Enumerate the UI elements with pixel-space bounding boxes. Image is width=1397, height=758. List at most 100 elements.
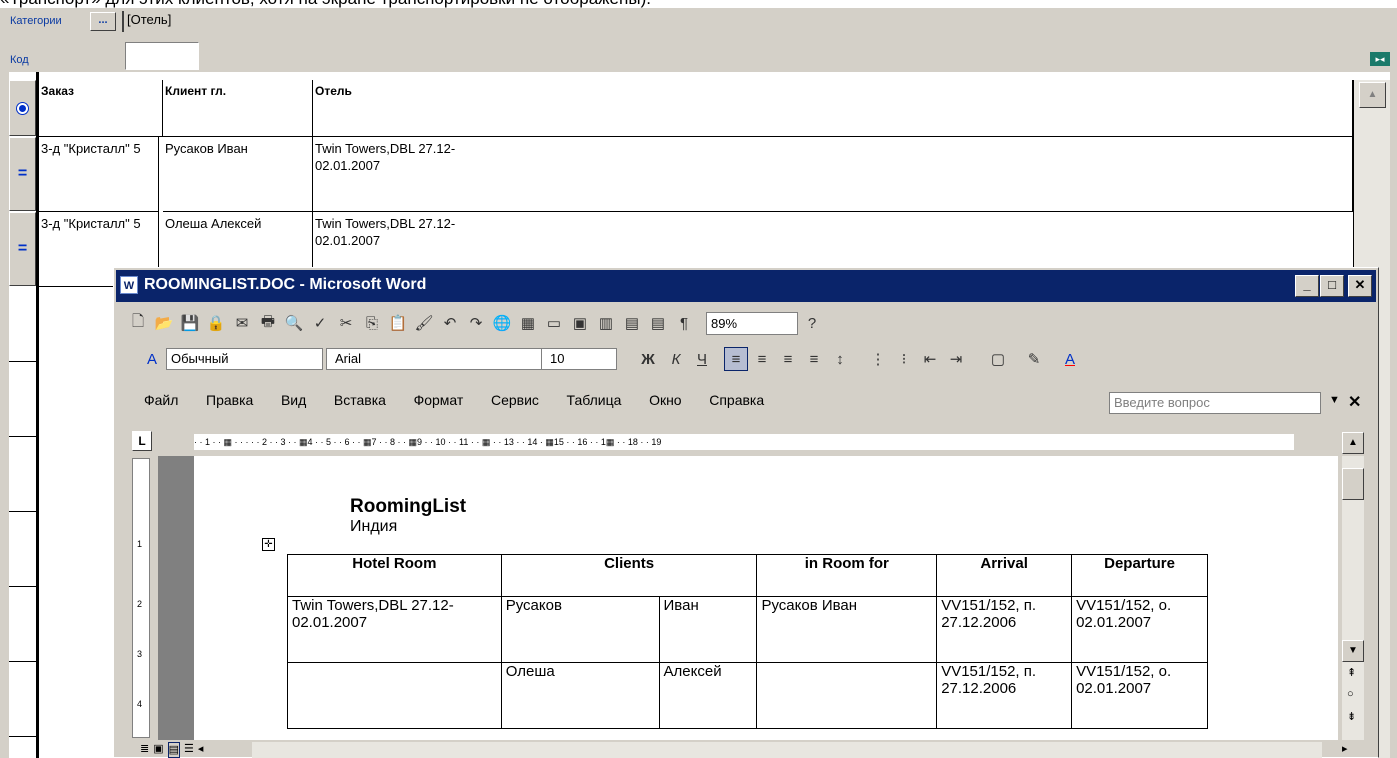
menu-format[interactable]: Формат [414, 392, 464, 408]
scroll-right-icon[interactable]: ▸ [1342, 742, 1348, 755]
print-icon[interactable]: 🖶 [256, 311, 280, 335]
redo-icon[interactable]: ↷ [464, 311, 488, 335]
drawing-icon[interactable]: ▤ [620, 311, 644, 335]
numbering-icon[interactable]: ⋮ [866, 347, 890, 371]
email-icon[interactable]: ✉ [230, 311, 254, 335]
outdent-icon[interactable]: ⇤ [918, 347, 942, 371]
hyperlink-icon[interactable]: 🌐 [490, 311, 514, 335]
td-last-name[interactable]: Русаков [500, 596, 660, 663]
new-doc-icon[interactable]: 🗋 [126, 311, 150, 335]
font-select[interactable]: Arial [326, 348, 556, 370]
td-room-for[interactable]: Русаков Иван [756, 596, 938, 663]
highlight-icon[interactable]: ✎ [1022, 347, 1046, 371]
tab-selector[interactable]: L [132, 431, 152, 451]
font-color-icon[interactable]: A [1058, 347, 1082, 371]
save-icon[interactable]: 💾 [178, 311, 202, 335]
normal-view-icon[interactable]: ≣ [140, 742, 149, 758]
menu-insert[interactable]: Вставка [334, 392, 386, 408]
cell-hotel[interactable]: Twin Towers,DBL 27.12-02.01.2007 [313, 137, 473, 212]
align-left-icon[interactable]: ≡ [724, 347, 748, 371]
vertical-ruler[interactable]: 1 2 3 4 [132, 458, 150, 738]
td-departure[interactable]: VV151/152, о. 02.01.2007 [1071, 662, 1208, 729]
copy-icon[interactable]: ⎘ [360, 311, 384, 335]
menu-file[interactable]: Файл [144, 392, 178, 408]
outline-view-icon[interactable]: ☰ [184, 742, 194, 758]
format-painter-icon[interactable]: 🖌 [412, 311, 436, 335]
scroll-down-button[interactable]: ▼ [1342, 640, 1364, 662]
document-page[interactable]: RoomingList Индия ✛ Hotel Room Clients i… [194, 456, 1338, 740]
horizontal-ruler[interactable]: · · 1 · · ▦ · · · · · 2 · · 3 · · ▦4 · ·… [194, 434, 1294, 450]
insert-table-icon[interactable]: ▭ [542, 311, 566, 335]
td-first-name[interactable]: Иван [658, 596, 758, 663]
td-hotel[interactable] [287, 662, 502, 729]
cell-order[interactable]: 3-д "Кристалл" 5 [39, 137, 159, 212]
td-hotel[interactable]: Twin Towers,DBL 27.12-02.01.2007 [287, 596, 502, 663]
code-input[interactable] [125, 42, 199, 70]
td-room-for[interactable] [756, 662, 938, 729]
next-page-icon[interactable]: ⇟ [1347, 710, 1356, 723]
col-header-hotel[interactable]: Отель [313, 80, 1353, 137]
doc-map-icon[interactable]: ▤ [646, 311, 670, 335]
tables-borders-icon[interactable]: ▦ [516, 311, 540, 335]
menu-help[interactable]: Справка [709, 392, 764, 408]
scroll-thumb[interactable] [1342, 468, 1364, 500]
row-marker[interactable]: = [9, 212, 36, 286]
insert-excel-icon[interactable]: ▣ [568, 311, 592, 335]
td-departure[interactable]: VV151/152, о. 02.01.2007 [1071, 596, 1208, 663]
cut-icon[interactable]: ✂ [334, 311, 358, 335]
help-icon[interactable]: ? [800, 311, 824, 335]
ask-dropdown-icon[interactable]: ▼ [1329, 394, 1340, 406]
td-last-name[interactable]: Олеша [500, 662, 660, 729]
print-preview-icon[interactable]: 🔍 [282, 311, 306, 335]
web-view-icon[interactable]: ▣ [153, 742, 163, 758]
undo-icon[interactable]: ↶ [438, 311, 462, 335]
td-arrival[interactable]: VV151/152, п. 27.12.2006 [936, 662, 1073, 729]
doc-close-icon[interactable]: ✕ [1348, 392, 1361, 412]
underline-icon[interactable]: Ч [690, 347, 714, 371]
show-hide-icon[interactable]: ¶ [672, 311, 696, 335]
menu-window[interactable]: Окно [649, 392, 682, 408]
bold-icon[interactable]: Ж [636, 347, 660, 371]
close-button[interactable]: ✕ [1348, 275, 1372, 297]
table-move-handle-icon[interactable]: ✛ [262, 538, 275, 551]
columns-icon[interactable]: ▥ [594, 311, 618, 335]
categories-value[interactable]: [Отель] [122, 11, 1397, 32]
ask-question-input[interactable]: Введите вопрос [1109, 392, 1321, 414]
grid-refresh-button[interactable] [9, 80, 36, 136]
print-layout-icon[interactable]: ▤ [167, 742, 181, 758]
grid-scroll-up-button[interactable]: ▲ [1359, 82, 1386, 108]
line-spacing-icon[interactable]: ↕ [828, 347, 852, 371]
permission-icon[interactable]: 🔒 [204, 311, 228, 335]
menu-table[interactable]: Таблица [567, 392, 622, 408]
align-center-icon[interactable]: ≡ [750, 347, 774, 371]
word-title-bar[interactable]: W ROOMINGLIST.DOC - Microsoft Word _ □ ✕ [116, 270, 1376, 302]
italic-icon[interactable]: К [664, 347, 688, 371]
styles-icon[interactable]: A [140, 347, 164, 371]
word-h-scrollbar[interactable] [252, 742, 1322, 758]
maximize-button[interactable]: □ [1320, 275, 1344, 297]
v-scroll-up-button[interactable]: ▲ [1342, 432, 1364, 454]
spelling-icon[interactable]: ✓ [308, 311, 332, 335]
zoom-select[interactable]: 89% [706, 311, 798, 335]
justify-icon[interactable]: ≡ [802, 347, 826, 371]
cell-client[interactable]: Русаков Иван [163, 137, 313, 212]
expand-icon[interactable]: ▸◂ [1370, 52, 1390, 66]
browse-object-icon[interactable]: ○ [1347, 688, 1354, 700]
col-header-order[interactable]: Заказ [39, 80, 163, 137]
align-right-icon[interactable]: ≡ [776, 347, 800, 371]
borders-icon[interactable]: ▢ [986, 347, 1010, 371]
prev-page-icon[interactable]: ⇞ [1347, 666, 1356, 679]
menu-edit[interactable]: Правка [206, 392, 253, 408]
row-marker[interactable]: = [9, 137, 36, 211]
bullets-icon[interactable]: ⁝ [892, 347, 916, 371]
td-first-name[interactable]: Алексей [658, 662, 758, 729]
open-icon[interactable]: 📂 [152, 311, 176, 335]
paste-icon[interactable]: 📋 [386, 311, 410, 335]
style-select[interactable]: Обычный [166, 348, 323, 370]
menu-view[interactable]: Вид [281, 392, 306, 408]
col-header-client[interactable]: Клиент гл. [163, 80, 313, 137]
scroll-left-icon[interactable]: ◂ [198, 742, 204, 758]
categories-browse-button[interactable]: ... [90, 12, 116, 31]
indent-icon[interactable]: ⇥ [944, 347, 968, 371]
minimize-button[interactable]: _ [1295, 275, 1319, 297]
